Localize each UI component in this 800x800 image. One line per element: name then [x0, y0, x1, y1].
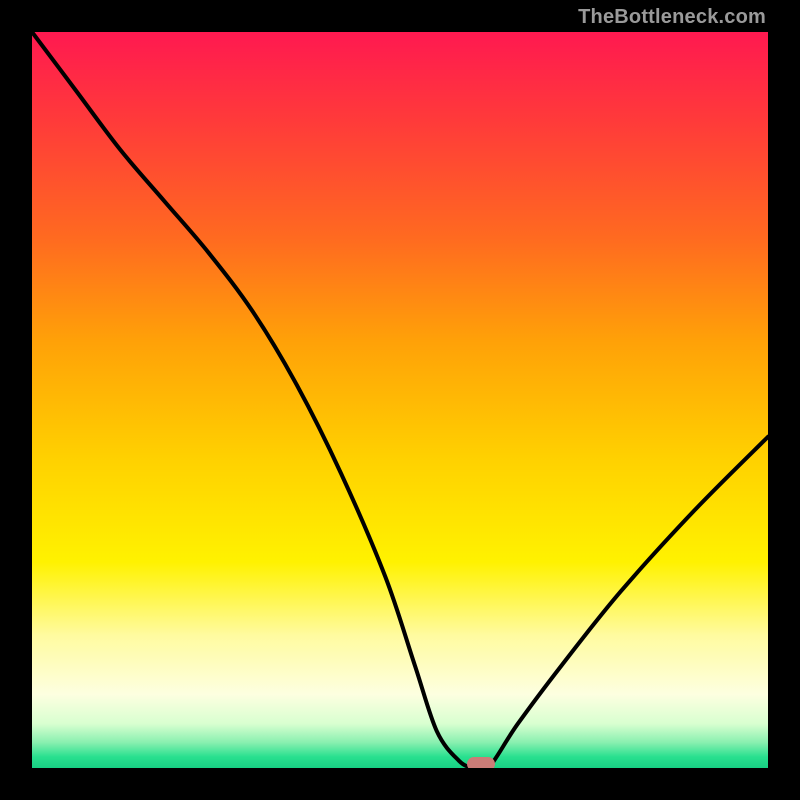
- watermark-text: TheBottleneck.com: [578, 6, 766, 29]
- bottleneck-curve: [32, 32, 768, 768]
- optimum-marker: [467, 757, 495, 768]
- curve-path: [32, 32, 768, 768]
- bottleneck-chart: TheBottleneck.com: [0, 0, 800, 800]
- plot-area: [32, 32, 768, 768]
